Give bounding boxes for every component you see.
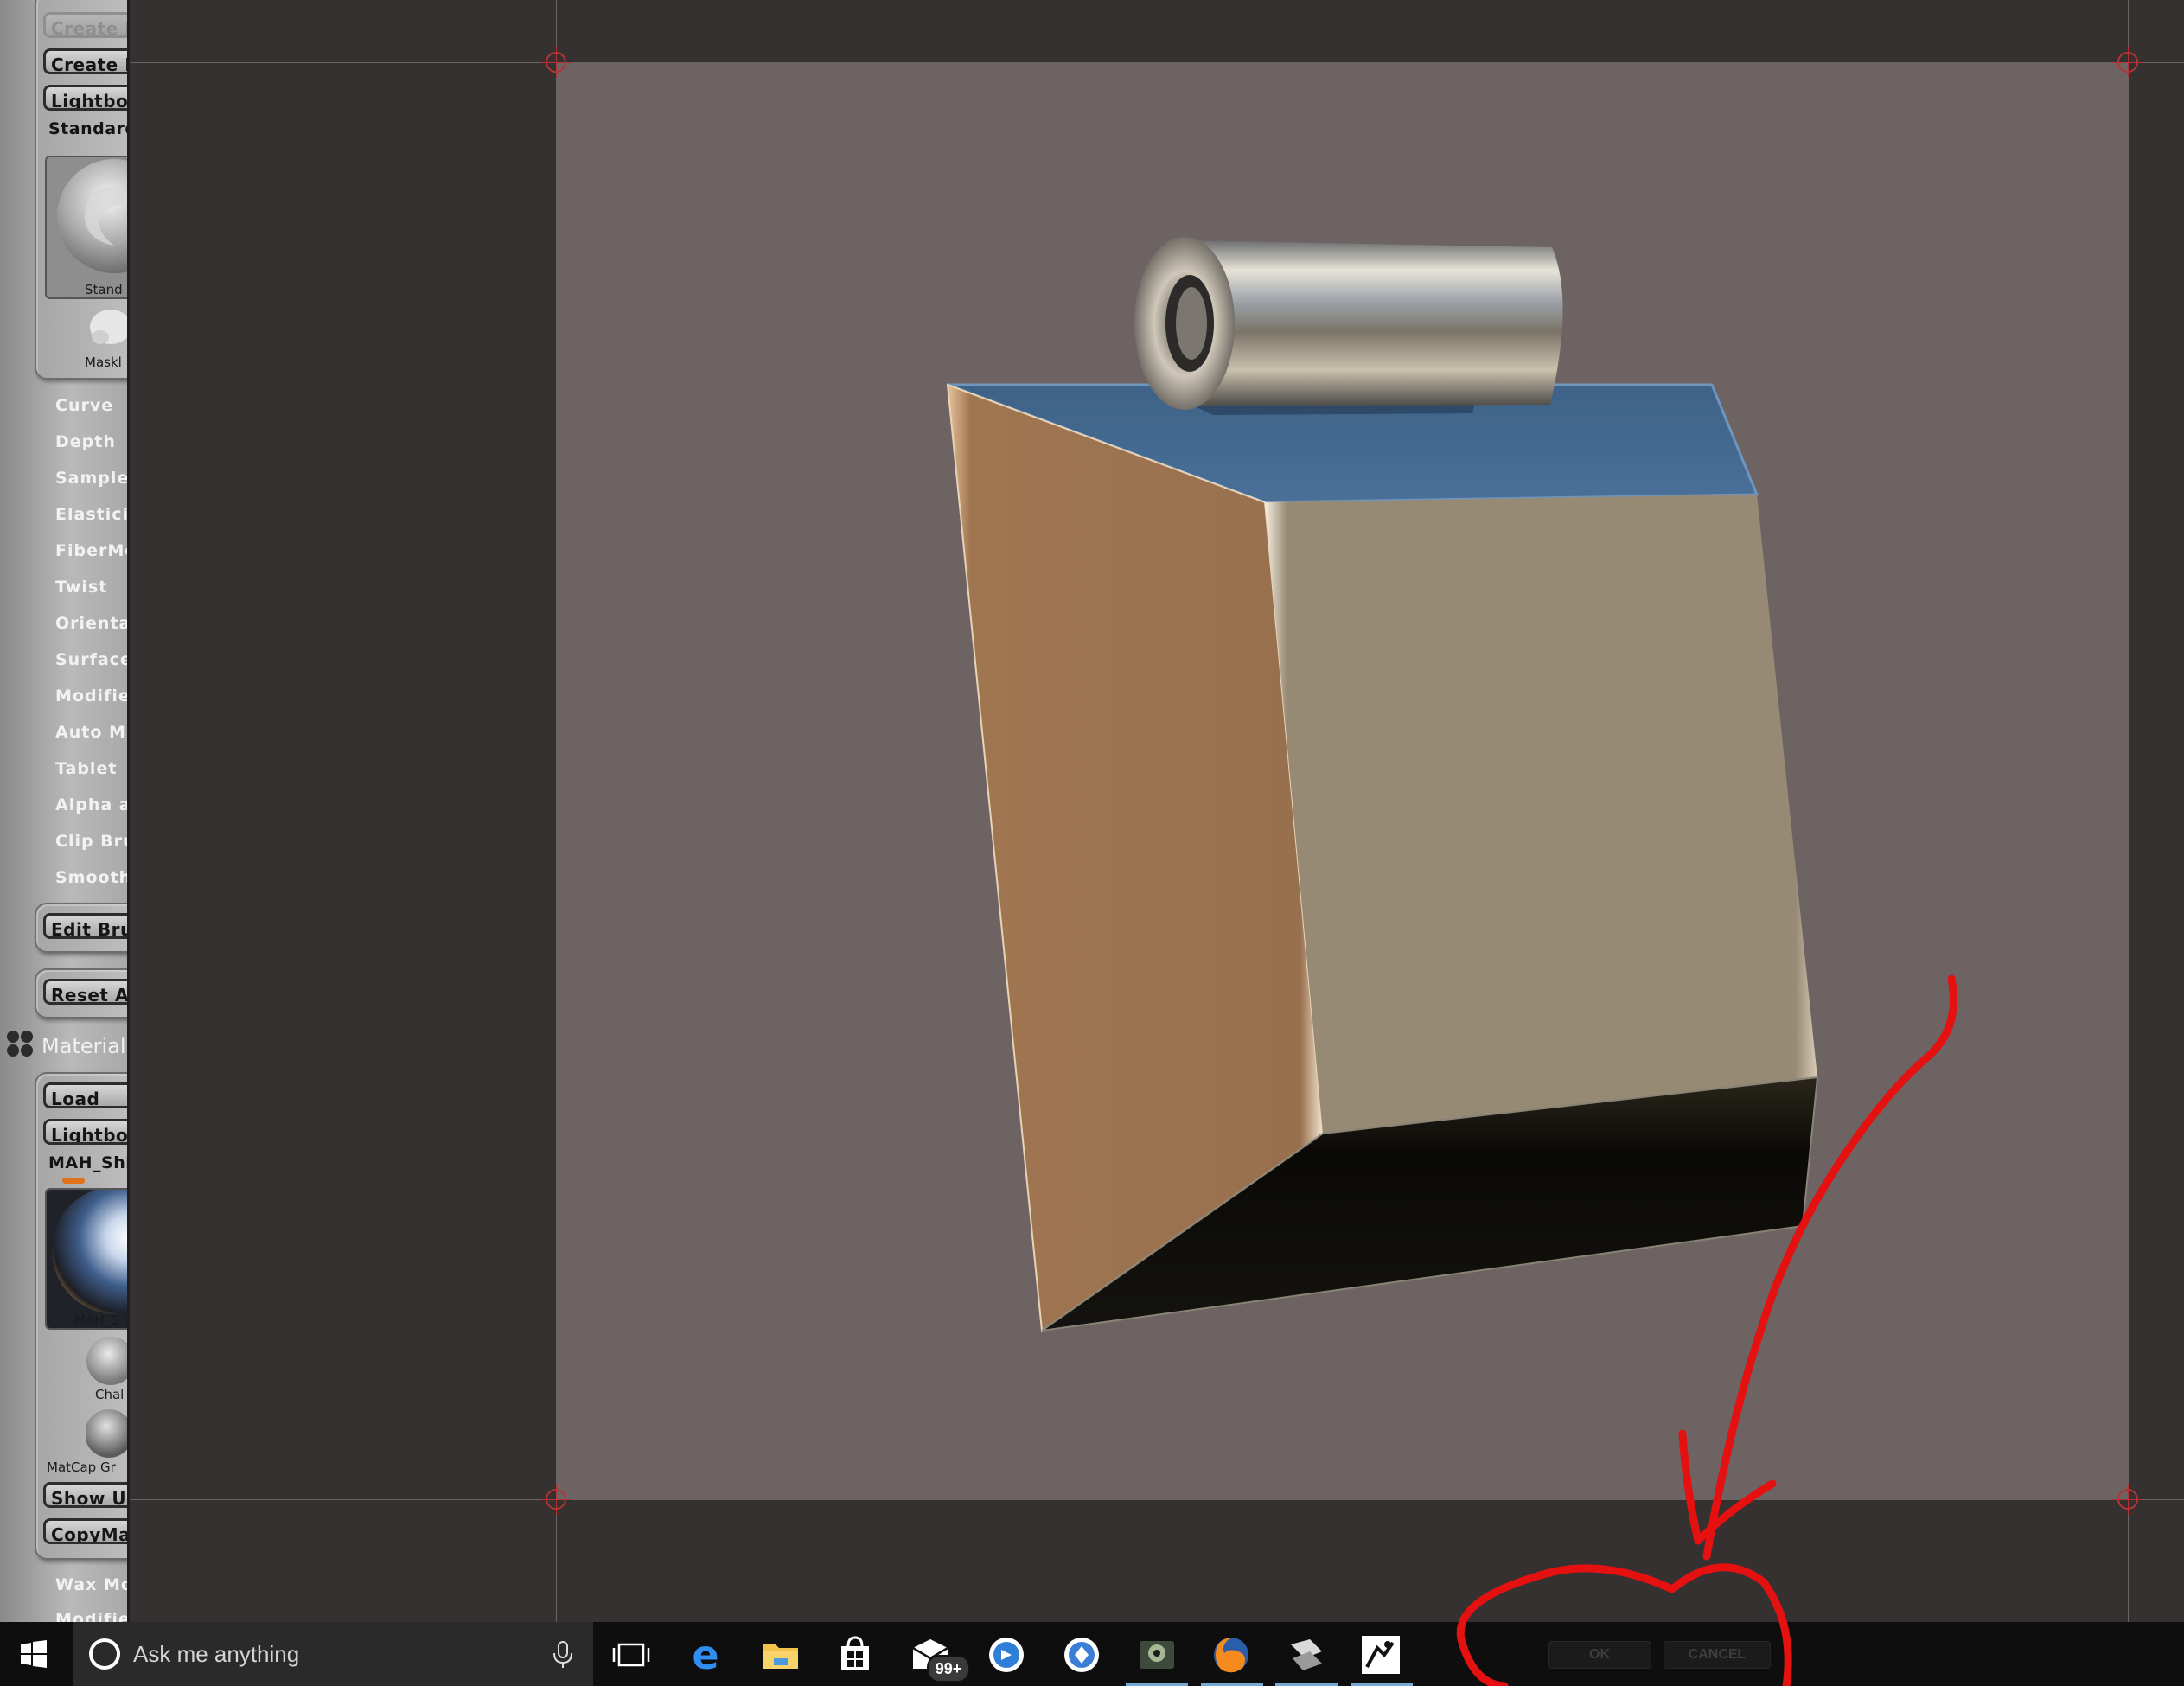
active-app-underline-tools: [1275, 1683, 1338, 1686]
microphone-icon[interactable]: [550, 1639, 576, 1670]
subpalette-wax-modifiers[interactable]: Wax Mo: [55, 1575, 127, 1594]
subpalette-smooth[interactable]: Smooth: [55, 868, 127, 887]
crop-marker-top-left[interactable]: [540, 47, 572, 78]
current-brush-name: Standard: [48, 119, 130, 138]
dialog-cancel-button[interactable]: CANCEL: [1664, 1641, 1771, 1669]
material-thumb-label: MAH_S: [74, 1312, 119, 1328]
document-canvas[interactable]: [556, 62, 2128, 1499]
subpalette-auto-masking[interactable]: Auto M: [55, 723, 126, 742]
create-new-button[interactable]: Create N: [43, 48, 127, 74]
reset-all-brushes-button[interactable]: Reset Al: [43, 979, 127, 1005]
cortana-search-box[interactable]: Ask me anything: [73, 1622, 593, 1686]
brush-thumb-label: Stand: [85, 282, 123, 297]
file-explorer-icon[interactable]: [758, 1632, 803, 1677]
model-front-face: [1265, 495, 1817, 1134]
subpalette-elasticity[interactable]: Elasticit: [55, 505, 127, 524]
crop-marker-top-right[interactable]: [2112, 47, 2143, 78]
material-thumbnail[interactable]: [45, 1188, 127, 1330]
active-app-underline-firefox: [1201, 1683, 1263, 1686]
chalk-thumb-label: Chal: [95, 1387, 125, 1402]
windows-start-icon[interactable]: [14, 1634, 59, 1679]
guide-line-left: [556, 0, 557, 1622]
matcap-gray-thumb-label: MatCap Gr: [47, 1459, 116, 1475]
canvas-area[interactable]: [130, 0, 2184, 1622]
crop-marker-bottom-left[interactable]: [540, 1484, 572, 1515]
subpalette-curve[interactable]: Curve: [55, 396, 113, 415]
subpalette-tablet-pressure[interactable]: Tablet: [55, 759, 117, 778]
guide-line-right: [2128, 0, 2129, 1622]
tools-app-icon[interactable]: [1284, 1632, 1329, 1677]
edit-brush-button[interactable]: Edit Bru: [43, 913, 127, 939]
create-insert-button[interactable]: Create I: [43, 12, 127, 38]
guide-line-top: [130, 62, 2184, 63]
blue-app-icon-2[interactable]: [1059, 1632, 1104, 1677]
cortana-icon: [89, 1638, 120, 1670]
subpalette-modifiers[interactable]: Modifier: [55, 687, 127, 706]
palette-handle-icon[interactable]: [5, 1029, 35, 1058]
zbrush-window: Create I Create N Lightbox Standard Stan…: [0, 0, 2184, 1622]
edge-browser-icon[interactable]: e: [683, 1632, 728, 1677]
subpalette-material-modifiers[interactable]: Modifier: [55, 1610, 127, 1622]
mail-badge: 99+: [927, 1655, 970, 1683]
active-app-underline-recorder: [1126, 1683, 1188, 1686]
subpalette-alpha-and-texture[interactable]: Alpha a: [55, 795, 127, 814]
task-view-icon[interactable]: [609, 1632, 654, 1677]
3d-model-viewport[interactable]: [556, 62, 2128, 1499]
subpalette-clip-brush-modifiers[interactable]: Clip Bru: [55, 832, 127, 851]
subpalette-depth[interactable]: Depth: [55, 432, 116, 451]
chalk-material-icon[interactable]: [86, 1333, 127, 1390]
subpalette-fibermesh[interactable]: FiberMe: [55, 541, 127, 560]
windows-taskbar: Ask me anything e 99+ OK CANCEL: [0, 1622, 2184, 1686]
left-tray: Create I Create N Lightbox Standard Stan…: [0, 0, 130, 1622]
dialog-ok-button[interactable]: OK: [1548, 1641, 1651, 1669]
search-placeholder: Ask me anything: [133, 1641, 300, 1667]
material-load-button[interactable]: Load: [43, 1082, 127, 1108]
maskpen-thumb-label: Maskl: [85, 354, 122, 370]
firefox-icon[interactable]: [1209, 1632, 1254, 1677]
model-cylinder-body: [1180, 240, 1563, 406]
brush-lightbox-button[interactable]: Lightbox: [43, 85, 127, 111]
material-lightbox-button[interactable]: Lightbox: [43, 1119, 127, 1145]
subpalette-twist[interactable]: Twist: [55, 578, 107, 597]
blue-app-icon-1[interactable]: [984, 1632, 1029, 1677]
subpalette-orientation[interactable]: Orienta: [55, 614, 127, 633]
mah-shiny-material-icon: [47, 1190, 127, 1328]
subpalette-samples[interactable]: Samples: [55, 469, 127, 488]
show-used-button[interactable]: Show Us: [43, 1482, 127, 1508]
store-icon[interactable]: [833, 1632, 878, 1677]
current-material-name: MAH_Shi: [48, 1153, 130, 1172]
subpalette-surface[interactable]: Surface: [55, 650, 127, 669]
screen-recorder-icon[interactable]: [1134, 1632, 1179, 1677]
maskpen-brush-icon[interactable]: [86, 303, 127, 354]
material-slider-indicator[interactable]: [62, 1178, 85, 1184]
guide-line-bottom: [130, 1499, 2184, 1500]
copy-material-button[interactable]: CopyMat: [43, 1518, 127, 1544]
material-palette-title[interactable]: Material: [42, 1034, 126, 1058]
active-app-underline-zbrush: [1351, 1683, 1413, 1686]
svg-text:e: e: [692, 1632, 718, 1677]
brush-thumbnail[interactable]: [45, 156, 127, 299]
crop-marker-bottom-right[interactable]: [2112, 1484, 2143, 1515]
matcap-gray-material-icon[interactable]: [86, 1406, 127, 1461]
standard-brush-icon: [47, 157, 127, 297]
zbrush-app-icon[interactable]: [1358, 1632, 1403, 1677]
